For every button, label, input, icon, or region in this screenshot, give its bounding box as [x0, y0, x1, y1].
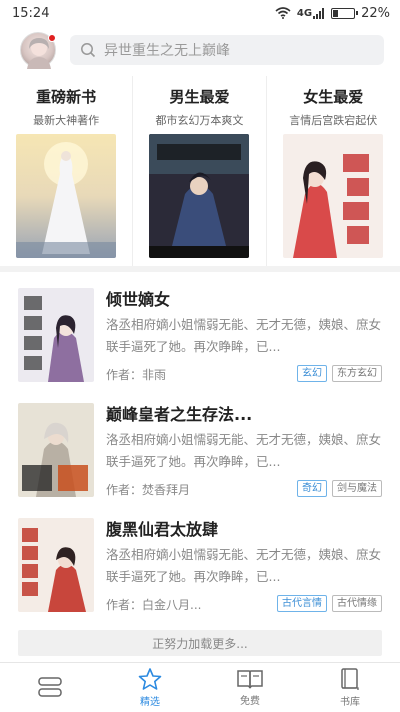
tag-subcategory[interactable]: 东方玄幻	[332, 365, 382, 382]
avatar[interactable]	[20, 32, 56, 69]
book-author: 作者：白金八月...	[106, 598, 202, 612]
bottom-tab-bar: 精选 免费 书库	[0, 662, 400, 712]
book-tags: 玄幻 东方玄幻	[297, 365, 382, 382]
wifi-icon	[275, 7, 291, 19]
tag-category[interactable]: 古代言情	[277, 595, 327, 612]
tab-bookshelf[interactable]	[0, 663, 100, 712]
featured-male-favorites[interactable]: 男生最爱 都市玄幻万本爽文	[133, 76, 267, 266]
book-title: 巅峰皇者之生存法...	[106, 405, 253, 424]
book-cover-image[interactable]	[149, 134, 250, 258]
open-book-icon	[237, 670, 263, 689]
book-author: 作者：焚香拜月	[106, 483, 191, 497]
book-description: 洛丞相府嫡小姐懦弱无能、无才无德，姨娘、庶女联手逼死了她。再次睁眸，已...	[106, 432, 382, 469]
book-description: 洛丞相府嫡小姐懦弱无能、无才无德，姨娘、庶女联手逼死了她。再次睁眸，已...	[106, 547, 382, 584]
book-cover-image[interactable]	[18, 288, 94, 382]
section-divider	[0, 266, 400, 272]
book-title: 腹黑仙君太放肆	[106, 520, 219, 539]
tab-label: 精选	[140, 697, 160, 708]
book-cover-image[interactable]	[18, 518, 94, 612]
tag-category[interactable]: 奇幻	[297, 480, 327, 497]
book-cover-image[interactable]	[283, 134, 384, 258]
book-cover-image[interactable]	[16, 134, 117, 258]
star-icon	[138, 668, 162, 690]
list-item[interactable]: 倾世嫡女 洛丞相府嫡小姐懦弱无能、无才无德，姨娘、庶女联手逼死了她。再次睁眸，已…	[0, 278, 400, 393]
list-item[interactable]: 巅峰皇者之生存法... 洛丞相府嫡小姐懦弱无能、无才无德，姨娘、庶女联手逼死了她…	[0, 393, 400, 508]
search-input[interactable]: 异世重生之无上巅峰	[104, 40, 230, 60]
book-description: 洛丞相府嫡小姐懦弱无能、无才无德，姨娘、庶女联手逼死了她。再次睁眸，已...	[106, 317, 382, 354]
tag-subcategory[interactable]: 剑与魔法	[332, 480, 382, 497]
header: 异世重生之无上巅峰	[0, 28, 400, 72]
load-more-indicator: 正努力加载更多...	[18, 630, 382, 656]
battery-percent: 22%	[361, 5, 390, 21]
status-indicators: 4G 22%	[275, 6, 390, 21]
tab-label: 书库	[340, 697, 360, 708]
featured-female-favorites[interactable]: 女生最爱 言情后宫跌宕起伏	[267, 76, 400, 266]
book-list: 倾世嫡女 洛丞相府嫡小姐懦弱无能、无才无德，姨娘、庶女联手逼死了她。再次睁眸，已…	[0, 278, 400, 623]
featured-section: 重磅新书 最新大神著作 男生最爱 都市玄幻万本爽文 女生最爱 言情后宫跌宕起伏	[0, 76, 400, 266]
book-author: 作者：非雨	[106, 368, 167, 382]
book-tags: 古代言情 古代情缘	[277, 595, 382, 612]
status-time: 15:24	[12, 5, 50, 21]
featured-subtitle: 最新大神著作	[33, 114, 100, 127]
tab-featured[interactable]: 精选	[100, 663, 200, 712]
featured-title: 女生最爱	[303, 88, 364, 106]
signal-icon: 4G	[297, 7, 325, 19]
featured-subtitle: 都市玄幻万本爽文	[155, 114, 244, 127]
book-icon	[341, 668, 359, 690]
search-icon	[81, 43, 96, 58]
status-bar: 15:24 4G 22%	[0, 0, 400, 26]
tab-library[interactable]: 书库	[300, 663, 400, 712]
featured-new-books[interactable]: 重磅新书 最新大神著作	[0, 76, 134, 266]
tag-category[interactable]: 玄幻	[297, 365, 327, 382]
notification-dot	[48, 34, 56, 42]
tab-free[interactable]: 免费	[200, 663, 300, 712]
book-title: 倾世嫡女	[106, 290, 171, 309]
featured-title: 男生最爱	[169, 88, 230, 106]
search-bar[interactable]: 异世重生之无上巅峰	[70, 35, 384, 65]
list-item[interactable]: 腹黑仙君太放肆 洛丞相府嫡小姐懦弱无能、无才无德，姨娘、庶女联手逼死了她。再次睁…	[0, 508, 400, 623]
tag-subcategory[interactable]: 古代情缘	[332, 595, 382, 612]
bookshelf-icon	[38, 676, 62, 697]
tab-label: 免费	[240, 696, 260, 707]
featured-title: 重磅新书	[36, 88, 97, 106]
featured-subtitle: 言情后宫跌宕起伏	[289, 114, 378, 127]
battery-icon	[331, 7, 359, 19]
book-cover-image[interactable]	[18, 403, 94, 497]
book-tags: 奇幻 剑与魔法	[297, 480, 382, 497]
